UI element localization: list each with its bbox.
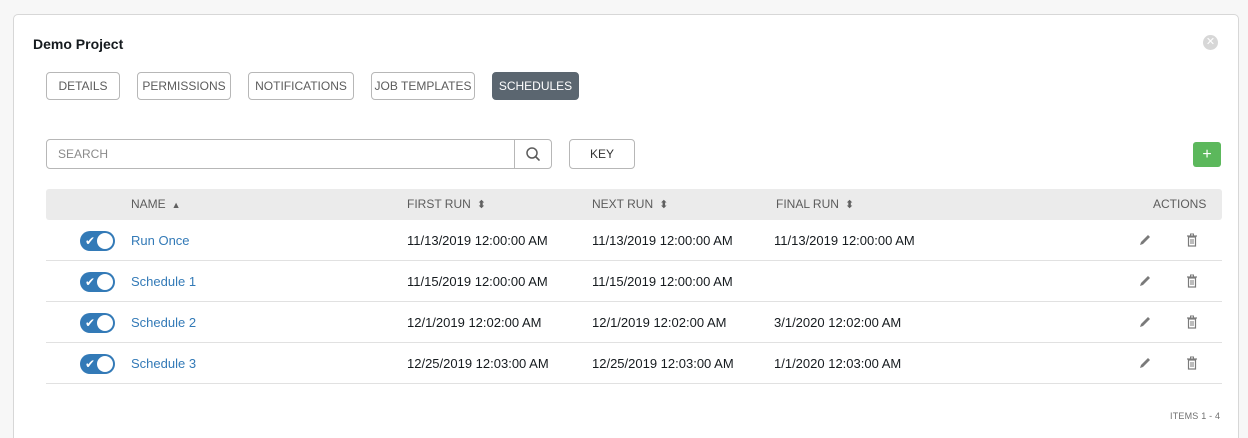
column-header-label: NEXT RUN [592, 197, 654, 211]
final-run-cell: 3/1/2020 12:02:00 AM [774, 315, 902, 330]
pencil-icon[interactable] [1137, 355, 1153, 371]
column-header-label: ACTIONS [1153, 197, 1207, 211]
trash-icon[interactable] [1184, 273, 1200, 289]
first-run-cell: 12/1/2019 12:02:00 AM [407, 315, 542, 330]
first-run-cell: 11/15/2019 12:00:00 AM [407, 274, 548, 289]
schedule-enabled-toggle[interactable]: ✔ [80, 231, 115, 251]
schedule-enabled-toggle[interactable]: ✔ [80, 313, 115, 333]
first-run-cell: 11/13/2019 12:00:00 AM [407, 233, 548, 248]
trash-icon[interactable] [1184, 232, 1200, 248]
sort-asc-icon: ▲ [171, 200, 181, 210]
column-header-label: NAME [131, 197, 166, 211]
column-header-label: FINAL RUN [776, 197, 839, 211]
check-icon: ✔ [85, 357, 96, 371]
sort-icon: ⬍ [659, 199, 669, 211]
close-icon[interactable]: ✕ [1203, 35, 1218, 50]
next-run-cell: 11/13/2019 12:00:00 AM [592, 233, 733, 248]
schedule-name-link[interactable]: Run Once [131, 220, 190, 261]
column-header-next-run[interactable]: NEXT RUN ⬍ [592, 189, 668, 221]
pencil-icon[interactable] [1137, 232, 1153, 248]
schedule-name-link[interactable]: Schedule 1 [131, 261, 196, 302]
first-run-cell: 12/25/2019 12:03:00 AM [407, 356, 549, 371]
tab-permissions[interactable]: PERMISSIONS [137, 72, 231, 100]
final-run-cell: 1/1/2020 12:03:00 AM [774, 356, 902, 371]
check-icon: ✔ [85, 275, 96, 289]
search-input[interactable] [47, 140, 514, 168]
add-schedule-button[interactable]: + [1193, 142, 1221, 167]
key-button[interactable]: KEY [569, 139, 635, 169]
tab-notifications[interactable]: NOTIFICATIONS [248, 72, 354, 100]
schedule-name-link[interactable]: Schedule 3 [131, 343, 196, 384]
next-run-cell: 12/1/2019 12:02:00 AM [592, 315, 727, 330]
table-row: ✔ Run Once 11/13/2019 12:00:00 AM 11/13/… [46, 220, 1222, 261]
column-header-first-run[interactable]: FIRST RUN ⬍ [407, 189, 486, 221]
pagination-items-count: ITEMS 1 - 4 [1170, 411, 1221, 421]
search-box [46, 139, 552, 169]
search-button[interactable] [514, 140, 551, 168]
schedule-name-link[interactable]: Schedule 2 [131, 302, 196, 343]
sort-icon: ⬍ [476, 199, 486, 211]
table-row: ✔ Schedule 3 12/25/2019 12:03:00 AM 12/2… [46, 343, 1222, 384]
final-run-cell: 11/13/2019 12:00:00 AM [774, 233, 915, 248]
sort-icon: ⬍ [844, 199, 855, 211]
column-header-actions: ACTIONS [1153, 189, 1206, 220]
pencil-icon[interactable] [1137, 273, 1153, 289]
tab-job-templates[interactable]: JOB TEMPLATES [371, 72, 475, 100]
schedule-enabled-toggle[interactable]: ✔ [80, 272, 115, 292]
column-header-label: FIRST RUN [407, 197, 471, 211]
column-header-final-run[interactable]: FINAL RUN ⬍ [776, 189, 854, 221]
tab-details[interactable]: DETAILS [46, 72, 120, 100]
page-title: Demo Project [33, 36, 124, 52]
column-header-name[interactable]: NAME ▲ [131, 189, 181, 221]
tab-schedules[interactable]: SCHEDULES [492, 72, 579, 100]
check-icon: ✔ [85, 234, 96, 248]
trash-icon[interactable] [1184, 355, 1200, 371]
table-row: ✔ Schedule 2 12/1/2019 12:02:00 AM 12/1/… [46, 302, 1222, 343]
next-run-cell: 12/25/2019 12:03:00 AM [592, 356, 734, 371]
pencil-icon[interactable] [1137, 314, 1153, 330]
check-icon: ✔ [85, 316, 96, 330]
schedule-enabled-toggle[interactable]: ✔ [80, 354, 115, 374]
next-run-cell: 11/15/2019 12:00:00 AM [592, 274, 733, 289]
trash-icon[interactable] [1184, 314, 1200, 330]
table-row: ✔ Schedule 1 11/15/2019 12:00:00 AM 11/1… [46, 261, 1222, 302]
table-header: NAME ▲ FIRST RUN ⬍ NEXT RUN ⬍ FINAL RUN ⬍ AC… [46, 189, 1222, 220]
search-icon [526, 147, 540, 161]
